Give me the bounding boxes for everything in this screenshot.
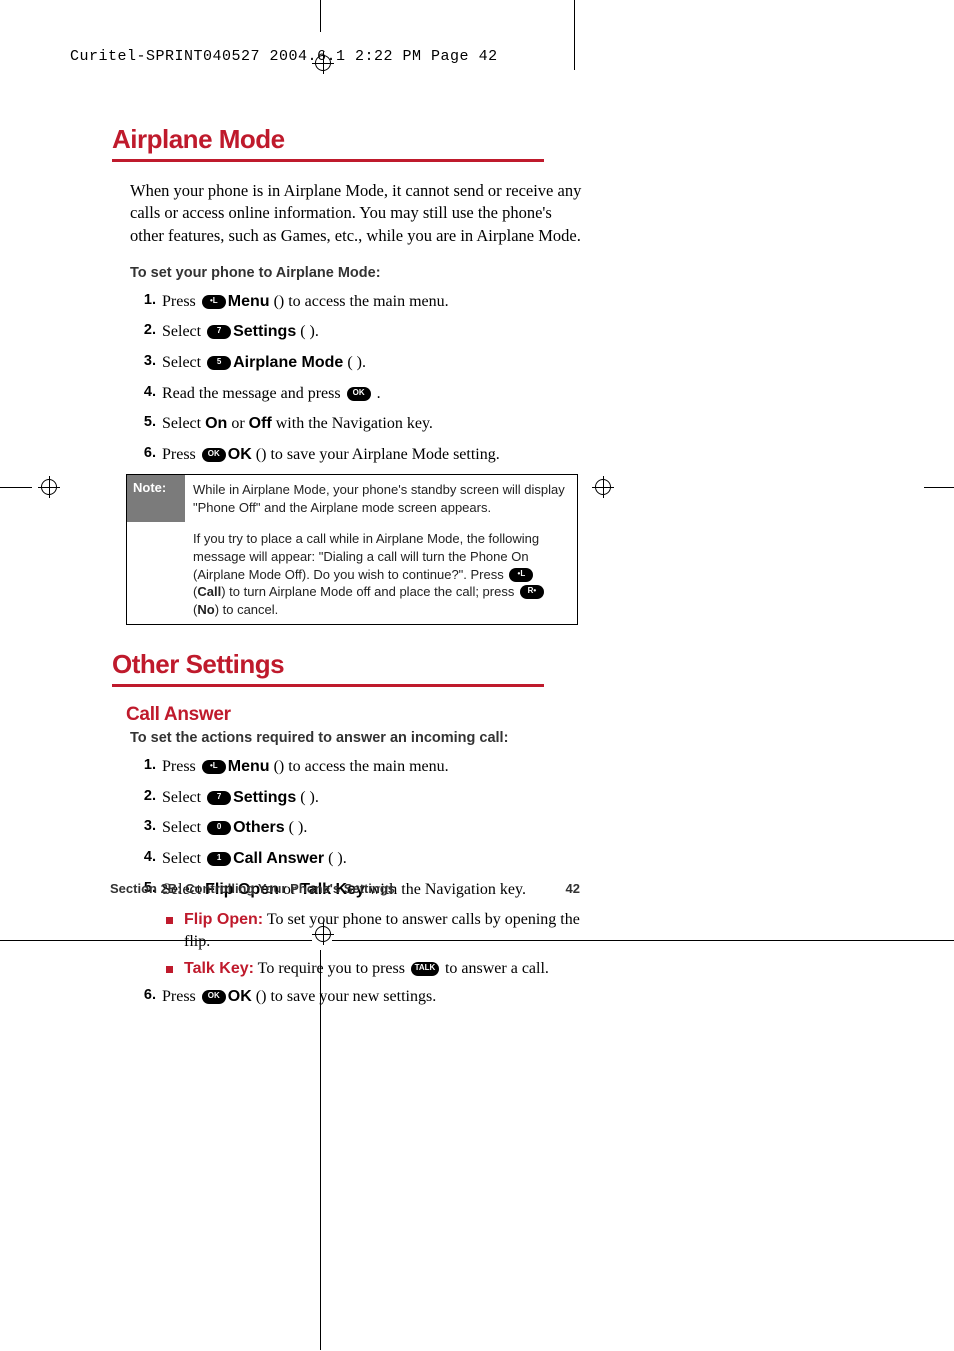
section-rule <box>112 684 544 687</box>
key-5-icon: 5 <box>207 356 231 370</box>
footer-page-number: 42 <box>566 882 580 895</box>
bullet-item: Talk Key: To require you to press TALK t… <box>166 958 582 980</box>
soft-left-icon: •L <box>202 295 226 309</box>
key-7-icon: 7 <box>207 325 231 339</box>
step: 6.Press OKOK () to save your Airplane Mo… <box>134 444 582 466</box>
section-title-other: Other Settings <box>112 649 582 680</box>
section-rule <box>112 159 544 162</box>
talk-key-icon: TALK <box>411 962 439 976</box>
step: 4.Read the message and press OK . <box>134 383 582 405</box>
step: 2.Select 7Settings ( ). <box>134 321 582 343</box>
step: 1.Press •LMenu () to access the main men… <box>134 291 582 313</box>
ok-key-icon: OK <box>347 387 371 401</box>
airplane-lead: To set your phone to Airplane Mode: <box>130 265 582 281</box>
step: 3.Select 0Others ( ). <box>134 817 582 839</box>
note-body-1: While in Airplane Mode, your phone's sta… <box>185 475 577 522</box>
subheading-call-answer: Call Answer <box>126 705 582 724</box>
note-body-2: If you try to place a call while in Airp… <box>185 522 577 624</box>
key-1-icon: 1 <box>207 852 231 866</box>
soft-left-icon: •L <box>202 760 226 774</box>
section-title-airplane: Airplane Mode <box>112 124 582 155</box>
step: 1.Press •LMenu () to access the main men… <box>134 756 582 778</box>
bullet-item: Flip Open: To set your phone to answer c… <box>166 909 582 952</box>
footer-section: Section 2B: Controlling Your Phone's Set… <box>110 882 395 895</box>
key-7-icon: 7 <box>207 791 231 805</box>
step: 6.Press OKOK () to save your new setting… <box>134 986 582 1008</box>
soft-right-icon: R• <box>520 585 544 599</box>
airplane-steps: 1.Press •LMenu () to access the main men… <box>134 291 582 466</box>
page-footer: Section 2B: Controlling Your Phone's Set… <box>110 882 580 895</box>
sub-bullets: Flip Open: To set your phone to answer c… <box>166 909 582 980</box>
ok-key-icon: OK <box>202 990 226 1004</box>
step: 3.Select 5Airplane Mode ( ). <box>134 352 582 374</box>
note-label: Note: <box>127 475 185 522</box>
soft-left-icon: •L <box>509 568 533 582</box>
step: 2.Select 7Settings ( ). <box>134 787 582 809</box>
airplane-intro: When your phone is in Airplane Mode, it … <box>130 180 582 247</box>
step: 4.Select 1Call Answer ( ). <box>134 848 582 870</box>
note-box: Note: While in Airplane Mode, your phone… <box>126 474 578 625</box>
step: 5.Select On or Off with the Navigation k… <box>134 413 582 435</box>
print-slug: Curitel-SPRINT040527 2004.6.1 2:22 PM Pa… <box>70 48 498 65</box>
key-0-icon: 0 <box>207 821 231 835</box>
call-answer-lead: To set the actions required to answer an… <box>130 730 582 746</box>
ok-key-icon: OK <box>202 448 226 462</box>
